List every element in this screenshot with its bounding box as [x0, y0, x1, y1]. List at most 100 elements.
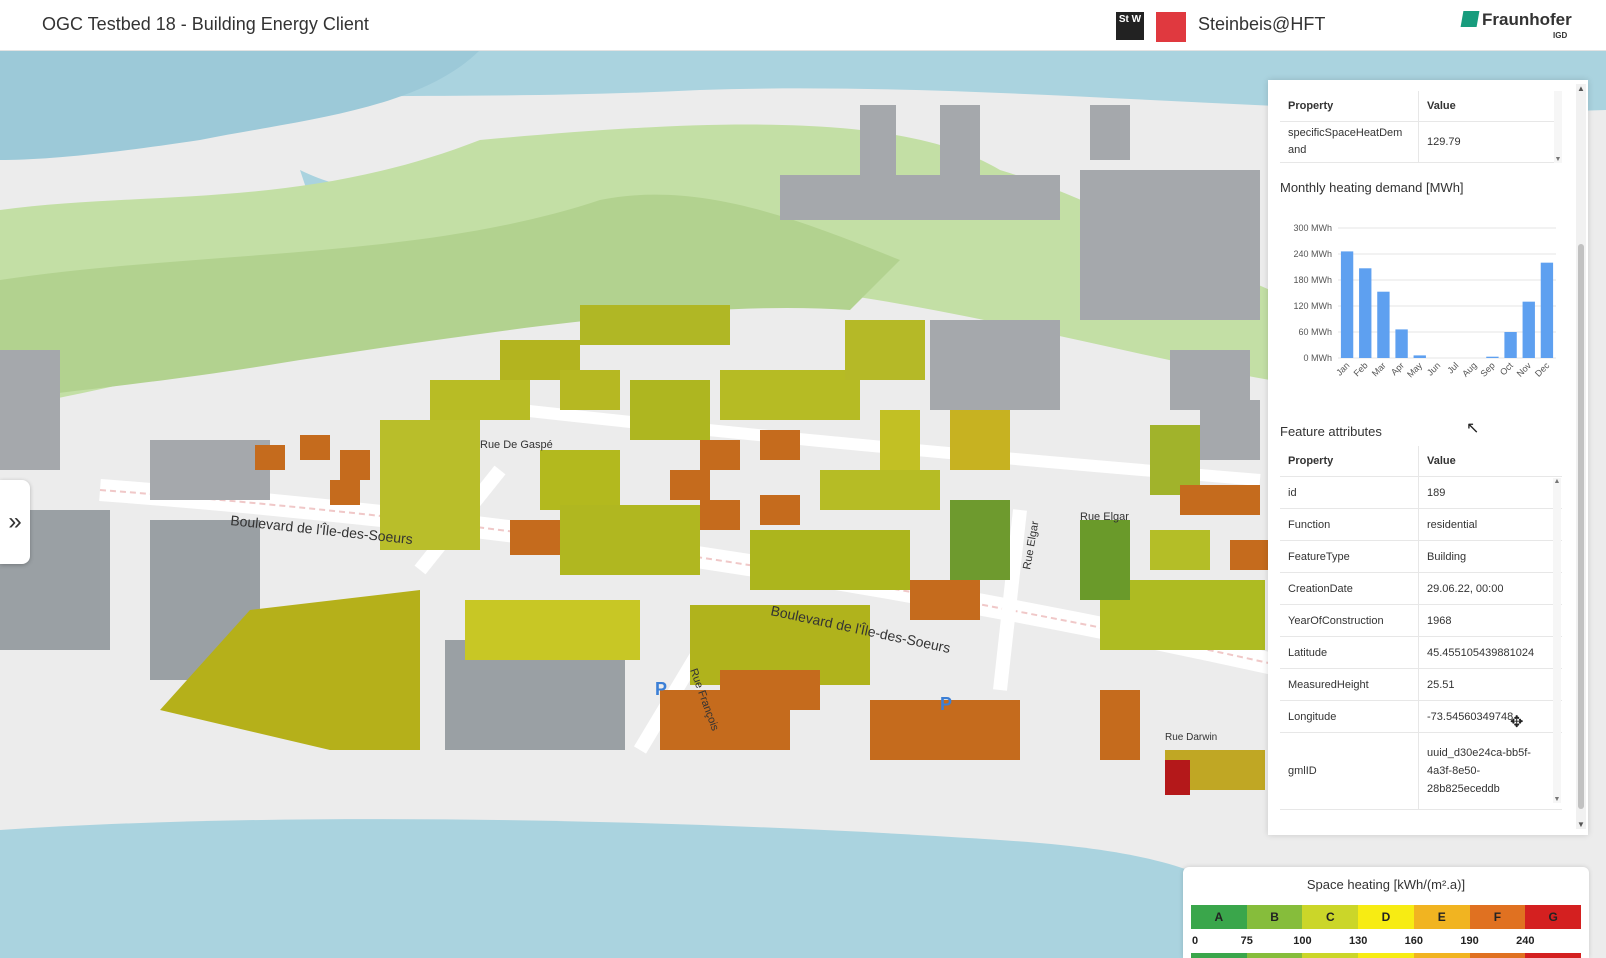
feature-info-panel: Property Value specificSpaceHeatDem and … [1268, 80, 1588, 835]
org-name: Fraunhofer [1482, 10, 1572, 29]
legend-class-f: F [1469, 905, 1526, 929]
energy-building-class-g [1165, 760, 1190, 795]
legend-tick-label: 0 [1191, 935, 1199, 947]
legend-tick-label: 100 [1293, 935, 1312, 947]
move-cursor-icon: ✥ [1510, 714, 1524, 731]
value-cell: 1968 [1418, 604, 1562, 637]
feature-attributes-table: Property Value id 189 Function residential F… [1280, 446, 1562, 810]
legend-tick-label: 190 [1460, 935, 1479, 947]
legend-class-a: A [1191, 905, 1247, 929]
table-header-property: Property [1280, 91, 1419, 122]
street-label: Rue Darwin [1165, 732, 1217, 743]
feature-attributes-title: Feature attributes [1280, 424, 1382, 439]
partner-name: Steinbeis@HFT [1198, 14, 1326, 34]
legend-class-d: D [1358, 905, 1414, 929]
legend-tick-label: 130 [1348, 935, 1368, 947]
y-tick-label: 180 MWh [1293, 275, 1332, 285]
x-tick-label: Mar [1370, 360, 1388, 378]
chart-title: Monthly heating demand [MWh] [1280, 180, 1464, 195]
chart-bar-dec [1540, 262, 1554, 358]
table-row: specificSpaceHeatDem and 129.79 [1280, 121, 1562, 163]
legend-tick-label: 160 [1404, 935, 1424, 947]
value-cell: 129.79 [1418, 121, 1562, 163]
street-label: Rue Elgar [1080, 511, 1129, 523]
energy-class-legend: Space heating [kWh/(m².a)] ABCDEFG 0 75 10… [1183, 867, 1589, 958]
parking-icon: P [655, 679, 667, 699]
x-tick-label: Jun [1425, 360, 1442, 377]
app-header: OGC Testbed 18 - Building Energy Client … [0, 0, 1606, 51]
x-tick-label: Oct [1498, 360, 1515, 377]
table-header-value: Value [1418, 446, 1562, 477]
chart-bar-jan [1340, 251, 1354, 358]
value-cell: residential [1418, 508, 1562, 541]
table-scrollbar[interactable]: ▼ [1554, 91, 1562, 163]
street-label: Rue De Gaspé [480, 439, 553, 451]
y-tick-label: 240 MWh [1293, 249, 1332, 259]
property-cell: id [1280, 476, 1419, 509]
legend-class-g: G [1525, 905, 1582, 929]
table-row: MeasuredHeight 25.51 [1280, 668, 1562, 701]
legend-tick-label: 75 [1240, 935, 1253, 947]
table-row: Function residential [1280, 508, 1562, 541]
legend-class-b: B [1246, 905, 1303, 929]
property-cell: gmlID [1280, 732, 1419, 810]
property-cell: YearOfConstruction [1280, 604, 1419, 637]
legend-underline [1191, 953, 1582, 958]
x-tick-label: Jul [1445, 360, 1460, 375]
panel-scrollbar-thumb[interactable] [1578, 244, 1584, 809]
app-title: OGC Testbed 18 - Building Energy Client [42, 14, 369, 34]
table-row: Latitude 45.455105439881024 [1280, 636, 1562, 669]
chart-bar-feb [1359, 268, 1372, 358]
heat-demand-table: Property Value specificSpaceHeatDem and … [1280, 91, 1562, 163]
table-row: CreationDate 29.06.22, 00:00 [1280, 572, 1562, 605]
x-tick-label: Nov [1515, 360, 1534, 379]
table-row: YearOfConstruction 1968 [1280, 604, 1562, 637]
org-sub: IGD [1553, 31, 1568, 40]
property-cell: FeatureType [1280, 540, 1419, 573]
chart-bar-oct [1504, 332, 1517, 358]
x-tick-label: Feb [1352, 360, 1370, 378]
legend-class-c: C [1302, 905, 1359, 929]
legend-color-bar: ABCDEFG [1191, 905, 1582, 929]
parking-icon: P [940, 694, 952, 714]
x-tick-label: Sep [1478, 360, 1496, 378]
value-cell: uuid_d30e24ca-bb5f- 4a3f-8e50- 28b825ece… [1418, 732, 1562, 810]
hft-logo [1156, 12, 1186, 42]
value-cell: 29.06.22, 00:00 [1418, 572, 1562, 605]
legend-ticks: 0 75 100 130 160 190 240 [1191, 935, 1581, 949]
x-tick-label: Dec [1533, 360, 1552, 379]
mouse-pointer-icon: ↖ [1466, 420, 1480, 437]
value-cell: -73.54560349748 [1418, 700, 1562, 733]
y-tick-label: 60 MWh [1298, 327, 1332, 337]
panel-scrollbar[interactable]: ▲ ▼ [1576, 84, 1586, 829]
property-cell: Function [1280, 508, 1419, 541]
stw-logo: St W [1116, 12, 1144, 40]
value-cell: 25.51 [1418, 668, 1562, 701]
sidebar-toggle-button[interactable]: » [0, 480, 30, 564]
property-cell: Latitude [1280, 636, 1419, 669]
legend-class-e: E [1413, 905, 1470, 929]
table-row: FeatureType Building [1280, 540, 1562, 573]
table-row: id 189 [1280, 476, 1562, 509]
table-scrollbar[interactable]: ▲ ▼ [1553, 478, 1561, 803]
property-cell: specificSpaceHeatDem and [1280, 121, 1419, 163]
table-row: gmlID uuid_d30e24ca-bb5f- 4a3f-8e50- 28b8… [1280, 732, 1562, 810]
fraunhofer-logo-icon [1460, 11, 1480, 27]
table-header-property: Property [1280, 446, 1419, 477]
monthly-heating-chart: 0 MWh60 MWh120 MWh180 MWh240 MWh300 MWh … [1293, 223, 1556, 379]
value-cell: 45.455105439881024 [1418, 636, 1562, 669]
y-tick-label: 0 MWh [1303, 353, 1332, 363]
chart-bar-mar [1377, 291, 1390, 358]
legend-title: Space heating [kWh/(m².a)] [1306, 877, 1466, 892]
x-tick-label: May [1405, 360, 1424, 379]
value-cell: 189 [1418, 476, 1562, 509]
property-cell: Longitude [1280, 700, 1419, 733]
x-tick-label: Aug [1460, 360, 1478, 378]
x-tick-label: Apr [1389, 360, 1406, 377]
chart-bar-may [1413, 355, 1426, 358]
property-cell: MeasuredHeight [1280, 668, 1419, 701]
chart-bar-sep [1486, 356, 1499, 358]
y-tick-label: 120 MWh [1293, 301, 1332, 311]
legend-tick-label: 240 [1516, 935, 1535, 947]
chart-bar-nov [1522, 301, 1535, 358]
